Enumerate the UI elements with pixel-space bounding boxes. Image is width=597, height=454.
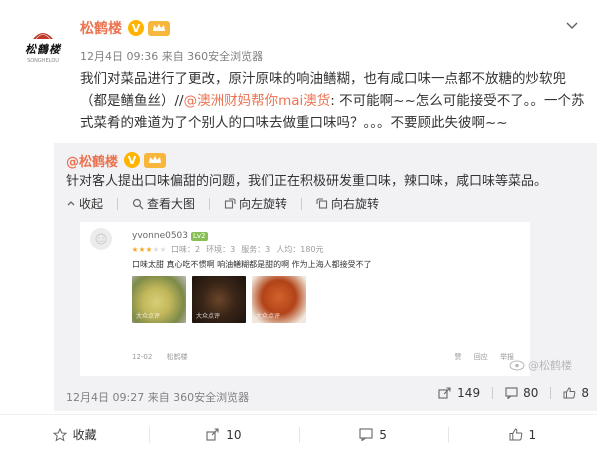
rotate-right-button[interactable]: 向右旋转 — [316, 195, 379, 212]
repost-actions: 149 80 8 — [438, 386, 589, 400]
post-content: 我们对菜品进行了更改，原汁原味的响油鳝糊，也有咸口味一点都不放糖的炒软兜（都是鳝… — [80, 68, 585, 134]
star-rating — [132, 246, 167, 253]
review-text: 口味太甜 真心吃不惯啊 响油鳝糊都是甜的啊 作为上海人都接受不了 — [132, 260, 372, 269]
weibo-watermark: @松鹤楼 — [509, 357, 572, 373]
weibo-watermark-text: @松鹤楼 — [528, 359, 572, 372]
review-rating: 口味：2 环境：3 服务：3 人均：180元 — [132, 244, 330, 255]
repost-comment-button[interactable]: 80 — [505, 386, 538, 400]
rating-price: 人均：180元 — [276, 245, 324, 254]
like-count: 1 — [528, 427, 537, 442]
mention-link[interactable]: @澳洲财妈帮你mai澳货 — [184, 93, 331, 109]
repost-meta[interactable]: 12月4日 09:27 来自 360安全浏览器 — [66, 389, 249, 405]
member-badge-icon[interactable] — [148, 20, 170, 36]
collapse-button[interactable]: 收起 — [66, 195, 103, 212]
rating-environment: 环境：3 — [206, 245, 236, 254]
toolbar-divider — [301, 197, 303, 210]
review-action: 回应 — [473, 353, 488, 361]
rotate-left-label: 向左旋转 — [239, 197, 288, 211]
image-toolbar: 收起 查看大图 向左旋转 向右旋转 — [66, 195, 393, 212]
view-large-label: 查看大图 — [147, 197, 196, 211]
reviewer-name: yvonne0503 Lv2 — [132, 231, 208, 241]
review-screenshot-image[interactable]: yvonne0503 Lv2 口味：2 环境：3 服务：3 人均：180元 口味… — [80, 222, 530, 376]
rotate-right-icon — [316, 197, 328, 209]
comment-count: 5 — [379, 427, 387, 442]
food-photo: 大众点评 — [132, 276, 186, 323]
repost-share-count: 149 — [457, 386, 481, 400]
star-icon — [139, 246, 145, 252]
repost-text: 针对客人提出口味偏甜的问题，我们正在积极研发重口味，辣口味，咸口味等菜品。 — [66, 174, 548, 189]
user-name-link[interactable]: 松鹤楼 — [80, 18, 122, 38]
avatar[interactable]: 松鶴楼 SONGHELOU — [14, 27, 72, 67]
photo-watermark: 大众点评 — [196, 313, 221, 320]
repost-header: @松鹤楼 V — [66, 151, 167, 170]
fan-logo-icon — [33, 32, 53, 39]
rating-taste: 口味：2 — [171, 245, 201, 254]
review-actions: 赞 回应 举报 — [445, 352, 514, 362]
share-count: 10 — [226, 427, 242, 442]
review-footer: 12-02 松鹤楼 — [132, 352, 200, 362]
member-badge-icon[interactable] — [144, 152, 167, 168]
star-icon — [132, 246, 138, 252]
rating-service: 服务：3 — [241, 245, 271, 254]
rotate-left-icon — [224, 197, 236, 209]
review-shop: 松鹤楼 — [166, 353, 188, 361]
user-avatar-icon — [95, 233, 107, 245]
share-icon — [206, 428, 219, 441]
action-bar: 收藏 10 5 1 — [0, 414, 597, 454]
action-divider — [492, 387, 494, 399]
reviewer-level-badge: Lv2 — [191, 231, 208, 241]
rotate-left-button[interactable]: 向左旋转 — [224, 195, 287, 212]
repost-like-button[interactable]: 8 — [563, 386, 589, 400]
avatar-logo-subtext: SONGHELOU — [27, 57, 59, 64]
avatar-logo-text: 松鶴楼 — [25, 42, 61, 56]
reposted-weibo: @松鹤楼 V 针对客人提出口味偏甜的问题，我们正在积极研发重口味，辣口味，咸口味… — [54, 143, 597, 411]
food-photo: 大众点评 — [192, 276, 246, 323]
view-large-button[interactable]: 查看大图 — [132, 195, 195, 212]
comment-icon — [359, 428, 373, 441]
like-button[interactable]: 1 — [447, 415, 597, 454]
post-header: 松鹤楼 V — [80, 18, 170, 38]
favorite-button[interactable]: 收藏 — [0, 415, 149, 454]
food-photo: 大众点评 — [252, 276, 306, 323]
rotate-right-label: 向右旋转 — [331, 197, 380, 211]
thumbs-up-icon — [509, 428, 522, 441]
chevron-down-icon[interactable] — [565, 18, 579, 32]
review-action: 赞 — [454, 353, 462, 361]
verified-icon[interactable]: V — [128, 20, 144, 36]
post-meta[interactable]: 12月4日 09:36 来自 360安全浏览器 — [80, 48, 263, 64]
collapse-label: 收起 — [79, 197, 104, 211]
toolbar-divider — [209, 197, 211, 210]
photo-watermark: 大众点评 — [256, 313, 281, 320]
collapse-icon — [67, 200, 75, 205]
verified-icon[interactable]: V — [124, 152, 141, 168]
star-outline-icon — [52, 427, 67, 442]
star-icon — [146, 246, 152, 252]
star-icon — [160, 246, 166, 252]
search-icon — [132, 198, 144, 209]
weibo-eye-icon — [509, 360, 525, 370]
review-date: 12-02 — [132, 353, 153, 361]
share-button[interactable]: 10 — [149, 415, 298, 454]
repost-comment-count: 80 — [523, 386, 539, 400]
weibo-post-card: 松鶴楼 SONGHELOU 松鹤楼 V 12月4日 09:36 来自 360安全… — [0, 0, 597, 454]
comment-icon — [505, 387, 518, 399]
share-icon — [438, 387, 451, 399]
star-icon — [153, 246, 159, 252]
reviewer-name-text: yvonne0503 — [132, 231, 189, 241]
repost-user-link[interactable]: @松鹤楼 — [66, 151, 118, 170]
action-divider — [550, 387, 552, 399]
toolbar-divider — [117, 197, 119, 210]
favorite-label: 收藏 — [72, 428, 97, 442]
thumbs-up-icon — [563, 387, 576, 399]
repost-like-count: 8 — [581, 386, 589, 400]
comment-button[interactable]: 5 — [298, 415, 448, 454]
photo-watermark: 大众点评 — [136, 313, 161, 320]
reviewer-avatar — [90, 228, 112, 250]
repost-share-button[interactable]: 149 — [438, 386, 480, 400]
